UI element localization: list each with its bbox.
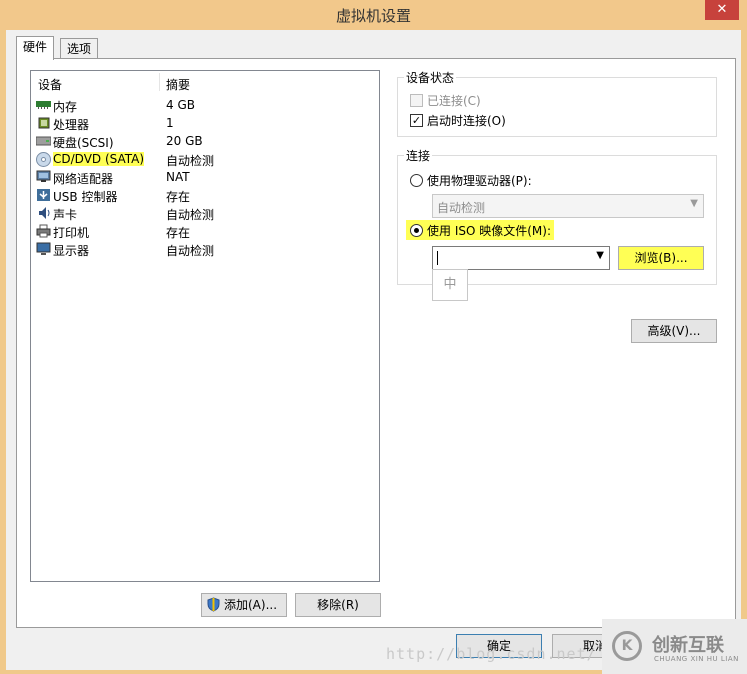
usb-icon — [36, 188, 51, 202]
device-row-network-adapter[interactable]: 网络适配器 NAT — [31, 169, 379, 187]
watermark-url: http://blog.csdn.net/ — [386, 645, 597, 663]
remove-button[interactable]: 移除(R) — [295, 593, 381, 617]
device-name: 网络适配器 — [53, 172, 114, 186]
printer-icon — [36, 224, 51, 238]
dialog-client-area: 硬件 选项 设备 摘要 内存 4 GB 处理器 1 硬盘(SCSI) 20 GB… — [6, 30, 741, 670]
vm-settings-window: 虚拟机设置 ✕ 硬件 选项 设备 摘要 内存 4 GB 处理器 1 硬盘(SCS… — [0, 0, 747, 674]
device-list-header: 设备 摘要 — [31, 71, 379, 93]
device-summary: NAT — [166, 170, 190, 184]
device-row-printer[interactable]: 打印机 存在 — [31, 223, 379, 241]
sound-card-icon — [36, 206, 51, 220]
title-bar[interactable]: 虚拟机设置 ✕ — [0, 0, 747, 30]
device-row-hard-disk[interactable]: 硬盘(SCSI) 20 GB — [31, 133, 379, 151]
iso-path-input[interactable]: ▼ — [432, 246, 610, 270]
text-cursor — [437, 251, 438, 265]
brand-name-en: CHUANG XIN HU LIAN — [654, 655, 739, 663]
add-button[interactable]: 添加(A)... — [201, 593, 287, 617]
device-row-cd-dvd[interactable]: CD/DVD (SATA) 自动检测 — [31, 151, 379, 169]
device-summary: 自动检测 — [166, 244, 215, 258]
device-name: 声卡 — [53, 208, 78, 222]
device-row-sound-card[interactable]: 声卡 自动检测 — [31, 205, 379, 223]
device-row-processor[interactable]: 处理器 1 — [31, 115, 379, 133]
connected-checkbox[interactable] — [410, 94, 423, 107]
display-icon — [36, 242, 51, 256]
device-row-display[interactable]: 显示器 自动检测 — [31, 241, 379, 259]
device-name: 内存 — [53, 100, 78, 114]
cd-dvd-icon — [36, 152, 51, 167]
device-name: USB 控制器 — [53, 190, 118, 204]
device-status-legend: 设备状态 — [404, 69, 457, 86]
brand-watermark: K 创新互联 CHUANG XIN HU LIAN — [602, 619, 747, 674]
iso-file-label: 使用 ISO 映像文件(M): — [427, 224, 551, 238]
chevron-down-icon: ▼ — [596, 250, 604, 261]
device-name: 显示器 — [53, 244, 90, 258]
window-title: 虚拟机设置 — [335, 7, 411, 25]
device-summary: 4 GB — [166, 98, 195, 112]
device-summary: 1 — [166, 116, 174, 130]
device-summary: 自动检测 — [166, 154, 215, 168]
connection-legend: 连接 — [404, 147, 433, 164]
add-button-label: 添加(A)... — [224, 598, 278, 612]
physical-drive-radio[interactable] — [410, 174, 423, 187]
device-name: 打印机 — [53, 226, 90, 240]
device-row-memory[interactable]: 内存 4 GB — [31, 97, 379, 115]
device-status-group: 设备状态 已连接(C) ✓ 启动时连接(O) — [397, 69, 717, 137]
device-list[interactable]: 设备 摘要 内存 4 GB 处理器 1 硬盘(SCSI) 20 GB CD/DV… — [30, 70, 380, 582]
connected-label: 已连接(C) — [427, 94, 481, 108]
shield-icon — [207, 597, 220, 619]
memory-icon — [36, 98, 51, 112]
connection-group: 连接 使用物理驱动器(P): 自动检测 ▼ 使用 ISO 映像文件(M): ▼ … — [397, 147, 717, 285]
processor-icon — [36, 116, 51, 130]
device-summary: 存在 — [166, 190, 191, 204]
ime-indicator: 中 — [432, 269, 468, 301]
connect-on-start-checkbox[interactable]: ✓ — [410, 114, 423, 127]
close-button[interactable]: ✕ — [705, 0, 739, 20]
physical-drive-label: 使用物理驱动器(P): — [427, 174, 532, 188]
connect-on-start-label: 启动时连接(O) — [427, 114, 506, 128]
network-adapter-icon — [36, 170, 51, 184]
column-device-header[interactable]: 设备 — [38, 76, 62, 93]
column-separator[interactable] — [159, 73, 160, 91]
chevron-down-icon: ▼ — [690, 198, 698, 209]
tab-hardware[interactable]: 硬件 — [16, 36, 55, 60]
column-summary-header[interactable]: 摘要 — [166, 76, 190, 93]
device-name: CD/DVD (SATA) — [53, 152, 145, 166]
device-row-usb-controller[interactable]: USB 控制器 存在 — [31, 187, 379, 205]
device-name: 处理器 — [53, 118, 90, 132]
device-summary: 20 GB — [166, 134, 203, 148]
tab-options[interactable]: 选项 — [60, 38, 99, 59]
iso-file-radio[interactable] — [410, 224, 423, 237]
physical-drive-value: 自动检测 — [437, 201, 486, 215]
device-summary: 存在 — [166, 226, 191, 240]
browse-button[interactable]: 浏览(B)... — [618, 246, 704, 270]
device-summary: 自动检测 — [166, 208, 215, 222]
advanced-button[interactable]: 高级(V)... — [631, 319, 717, 343]
device-name: 硬盘(SCSI) — [53, 136, 114, 150]
hardware-tab-panel: 设备 摘要 内存 4 GB 处理器 1 硬盘(SCSI) 20 GB CD/DV… — [16, 58, 736, 628]
brand-name-cn: 创新互联 — [652, 635, 724, 656]
physical-drive-select[interactable]: 自动检测 ▼ — [432, 194, 704, 218]
brand-logo-icon: K — [612, 631, 642, 661]
hard-disk-icon — [35, 134, 52, 148]
